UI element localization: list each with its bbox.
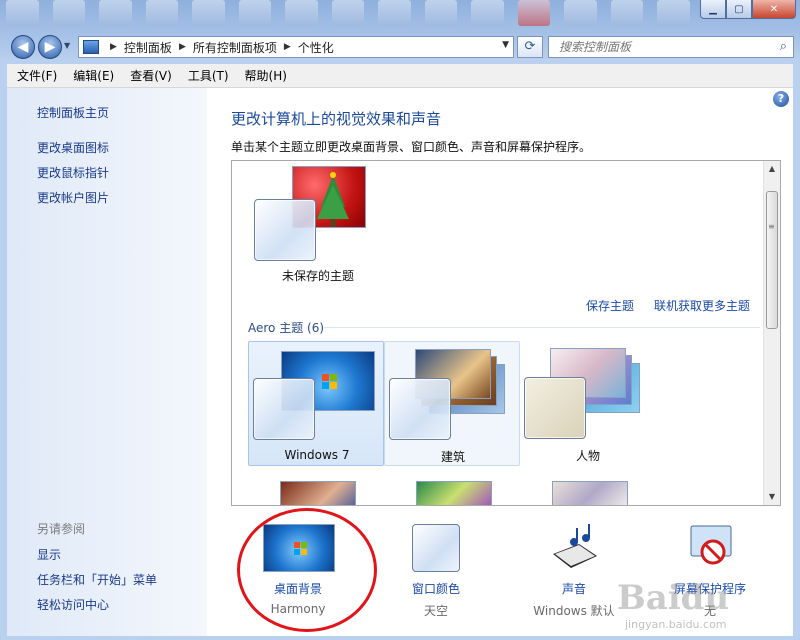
minimize-button[interactable]: ▁ <box>700 0 726 19</box>
sidebar-change-mouse-pointers[interactable]: 更改鼠标指针 <box>37 164 109 181</box>
content-area: 控制面板主页 更改桌面图标 更改鼠标指针 更改帐户图片 另请参阅 显示 任务栏和… <box>7 88 793 636</box>
theme-characters-card[interactable]: 人物 <box>520 341 656 466</box>
sounds-icon <box>553 524 597 568</box>
theme-preview-partial <box>280 481 356 505</box>
help-icon[interactable]: ? <box>773 91 789 107</box>
address-bar[interactable]: ▶ 控制面板 ▶ 所有控制面板项 ▶ 个性化 ▼ <box>78 36 514 58</box>
theme-preview-partial <box>552 481 628 505</box>
menu-edit[interactable]: 编辑(E) <box>65 67 122 84</box>
scroll-down-icon[interactable]: ▼ <box>764 489 780 505</box>
address-dropdown-icon[interactable]: ▼ <box>502 40 509 50</box>
theme-windows7-label: Windows 7 <box>284 448 350 462</box>
see-also-title: 另请参阅 <box>37 522 86 536</box>
desktop-icons-background <box>0 0 690 30</box>
theme-windows7-card[interactable]: Windows 7 <box>248 341 384 466</box>
chevron-right-icon[interactable]: ▶ <box>284 42 291 52</box>
window-color-icon <box>412 524 460 572</box>
scroll-grip-icon: ≡ <box>768 222 775 231</box>
unsaved-theme-label: 未保存的主题 <box>281 269 354 283</box>
save-theme-link[interactable]: 保存主题 <box>586 297 634 314</box>
window-frame: ▁ ▢ ✕ ◀ ▶ ▼ ▶ 控制面板 ▶ 所有控制面板项 ▶ 个性化 ▼ ⟳ ⌕… <box>0 0 800 640</box>
highlight-circle-annotation <box>237 508 377 632</box>
window-color-value: 天空 <box>423 604 448 618</box>
see-also-ease-of-access[interactable]: 轻松访问中心 <box>37 596 109 613</box>
chevron-right-icon[interactable]: ▶ <box>110 42 117 52</box>
navigation-bar: ◀ ▶ ▼ ▶ 控制面板 ▶ 所有控制面板项 ▶ 个性化 ▼ ⟳ ⌕ <box>0 33 800 61</box>
menu-view[interactable]: 查看(V) <box>122 67 180 84</box>
search-icon[interactable]: ⌕ <box>780 39 787 54</box>
theme-architecture-card[interactable]: 建筑 <box>384 341 520 466</box>
see-also-taskbar-start-menu[interactable]: 任务栏和「开始」菜单 <box>37 571 157 588</box>
chevron-right-icon[interactable]: ▶ <box>179 42 186 52</box>
baidu-watermark-site: jingyan.baidu.com <box>625 618 727 631</box>
group-divider <box>324 327 760 328</box>
maximize-button[interactable]: ▢ <box>726 0 752 19</box>
menu-help[interactable]: 帮助(H) <box>237 67 295 84</box>
theme-list: 未保存的主题 保存主题 联机获取更多主题 Aero 主题 (6) Windows… <box>231 160 781 506</box>
sidebar-change-account-picture[interactable]: 更改帐户图片 <box>37 189 109 206</box>
back-button[interactable]: ◀ <box>11 35 35 59</box>
see-also-display[interactable]: 显示 <box>37 546 61 563</box>
scroll-thumb[interactable] <box>766 191 778 329</box>
page-description: 单击某个主题立即更改桌面背景、窗口颜色、声音和屏幕保护程序。 <box>231 140 592 154</box>
scroll-up-icon[interactable]: ▲ <box>764 161 780 177</box>
screen-saver-icon <box>690 525 732 565</box>
breadcrumb-personalization[interactable]: 个性化 <box>298 39 334 56</box>
forward-button[interactable]: ▶ <box>38 35 62 59</box>
search-input[interactable] <box>549 37 759 57</box>
theme-preview-partial <box>416 481 492 505</box>
menu-bar: 文件(F) 编辑(E) 查看(V) 工具(T) 帮助(H) <box>7 64 793 88</box>
theme-architecture-label: 建筑 <box>440 450 465 464</box>
characters-glass-preview <box>524 377 586 439</box>
architecture-glass-preview <box>389 378 451 440</box>
window-color-label[interactable]: 窗口颜色 <box>371 580 501 597</box>
sidebar-control-panel-home[interactable]: 控制面板主页 <box>37 104 109 121</box>
theme-list-scrollbar[interactable]: ▲ ≡ ▼ <box>763 161 780 505</box>
window-color-item[interactable]: 窗口颜色 天空 <box>371 522 501 622</box>
breadcrumb-control-panel[interactable]: 控制面板 <box>124 39 172 56</box>
baidu-watermark: Baidu <box>617 578 730 618</box>
get-more-themes-link[interactable]: 联机获取更多主题 <box>654 297 750 314</box>
sidebar-change-desktop-icons[interactable]: 更改桌面图标 <box>37 139 109 156</box>
close-button[interactable]: ✕ <box>752 0 796 19</box>
title-bar: ▁ ▢ ✕ <box>0 0 800 34</box>
control-panel-icon <box>83 40 99 54</box>
windows7-glass-preview <box>253 378 315 440</box>
breadcrumb-all-items[interactable]: 所有控制面板项 <box>193 39 277 56</box>
sidebar: 控制面板主页 更改桌面图标 更改鼠标指针 更改帐户图片 另请参阅 显示 任务栏和… <box>7 88 207 636</box>
menu-tools[interactable]: 工具(T) <box>180 67 237 84</box>
refresh-button[interactable]: ⟳ <box>517 36 543 58</box>
recent-pages-dropdown-icon[interactable]: ▼ <box>64 41 70 50</box>
unsaved-theme-glass-preview <box>254 199 316 261</box>
page-title: 更改计算机上的视觉效果和声音 <box>231 110 442 128</box>
theme-characters-label: 人物 <box>575 449 600 463</box>
menu-file[interactable]: 文件(F) <box>9 67 65 84</box>
search-box[interactable]: ⌕ <box>548 36 794 58</box>
aero-themes-group-header: Aero 主题 (6) <box>248 321 325 335</box>
